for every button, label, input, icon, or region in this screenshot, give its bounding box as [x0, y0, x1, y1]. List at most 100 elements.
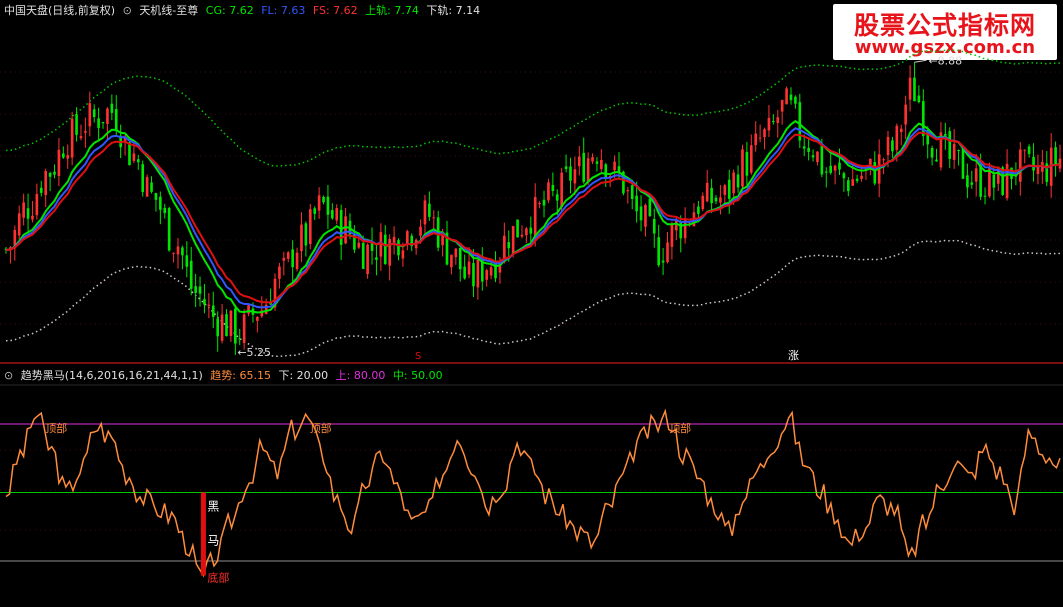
candle-body [520, 234, 524, 237]
candle-body [203, 299, 206, 305]
candle-body [207, 304, 211, 307]
candle-body [62, 153, 65, 158]
candle-body [17, 213, 21, 236]
candle-body [357, 242, 361, 248]
candle-body [507, 242, 511, 249]
candle-body [229, 310, 233, 336]
candle-body [626, 190, 630, 192]
candle-body [1023, 149, 1027, 151]
candle-body [604, 164, 608, 178]
candle-body [432, 217, 436, 219]
candle-body [860, 175, 863, 179]
candle-body [145, 177, 149, 197]
candle-body [242, 314, 246, 344]
candle-body [472, 263, 475, 287]
candle-body [935, 159, 938, 162]
candle-body [476, 259, 480, 288]
candle-body [961, 147, 965, 179]
chart-canvas[interactable]: ←8.88 ←5.25 S 涨 黑马底部 顶部 顶部 顶部 [0, 0, 1063, 607]
candle-body [172, 252, 175, 254]
candle-body [983, 195, 987, 197]
top-label: 顶部 [45, 421, 67, 435]
candle-body [361, 242, 365, 269]
candle-body [423, 200, 427, 225]
candle-body [944, 134, 947, 136]
candle-body [595, 161, 599, 164]
candle-body [908, 77, 912, 100]
candle-body [159, 196, 162, 210]
candle-body [454, 248, 458, 258]
candle-body [569, 166, 572, 181]
band-lines [5, 49, 1061, 358]
candle-body [547, 182, 550, 201]
fs-line [5, 131, 1061, 304]
candle-body [401, 250, 405, 259]
candle-body [44, 171, 48, 196]
candle-body [216, 318, 219, 337]
candle-body [304, 223, 308, 246]
candle-body [851, 179, 855, 186]
candle-body [463, 266, 466, 279]
candle-body [1032, 156, 1035, 171]
candle-body [397, 240, 400, 256]
black-horse-bar [200, 492, 206, 576]
candle-body [780, 100, 784, 112]
candle-body [648, 198, 652, 217]
candle-body [317, 195, 321, 211]
candle-body [697, 206, 700, 214]
candle-body [106, 108, 109, 124]
candle-body [891, 140, 894, 152]
candle-body [917, 95, 921, 103]
candle-body [613, 161, 616, 171]
candle-body [128, 142, 131, 166]
candle-body [644, 205, 647, 227]
candle-body [630, 185, 634, 199]
candle-body [670, 223, 674, 247]
candle-body [904, 104, 907, 125]
candle-body [789, 94, 793, 101]
candle-body [247, 305, 250, 314]
candle-body [322, 196, 325, 203]
candle-body [754, 133, 758, 146]
candle-body [952, 143, 956, 160]
candle-body [577, 156, 581, 167]
candle-body [573, 169, 577, 184]
candle-body [723, 185, 727, 195]
candle-body [745, 151, 749, 176]
signal-marker: S [415, 351, 421, 362]
candle-body [979, 165, 982, 197]
candle-body [48, 172, 52, 177]
high-pointer [914, 59, 927, 63]
candle-body [132, 153, 136, 161]
candle-body [326, 196, 330, 215]
candle-body [331, 210, 334, 219]
candle-body [617, 166, 621, 172]
candle-body [35, 194, 39, 216]
candle-body [344, 216, 347, 244]
candle-body [714, 197, 718, 202]
candle-body [92, 109, 96, 117]
low-label: ←5.25 [237, 346, 271, 359]
candle-body [66, 155, 70, 159]
candle-body [930, 147, 934, 158]
candle-body [802, 146, 806, 149]
candle-body [194, 286, 197, 293]
candle-body [767, 117, 771, 131]
bottom-label: 底部 [207, 571, 229, 585]
candle-body [772, 121, 775, 123]
candle-body [948, 131, 952, 159]
candle-body [661, 260, 665, 263]
candle-body [886, 136, 890, 156]
candle-body [163, 207, 167, 213]
candle-body [882, 159, 885, 161]
candle-body [811, 155, 815, 158]
candle-body [741, 149, 744, 187]
signal-label: 黑 [207, 500, 219, 514]
candle-body [198, 286, 202, 294]
trend-lines [5, 119, 1061, 314]
candle-body [313, 208, 317, 214]
candle-body [824, 171, 828, 173]
candle-body [167, 208, 171, 251]
candle-body [489, 267, 493, 276]
candle-body [820, 145, 824, 175]
